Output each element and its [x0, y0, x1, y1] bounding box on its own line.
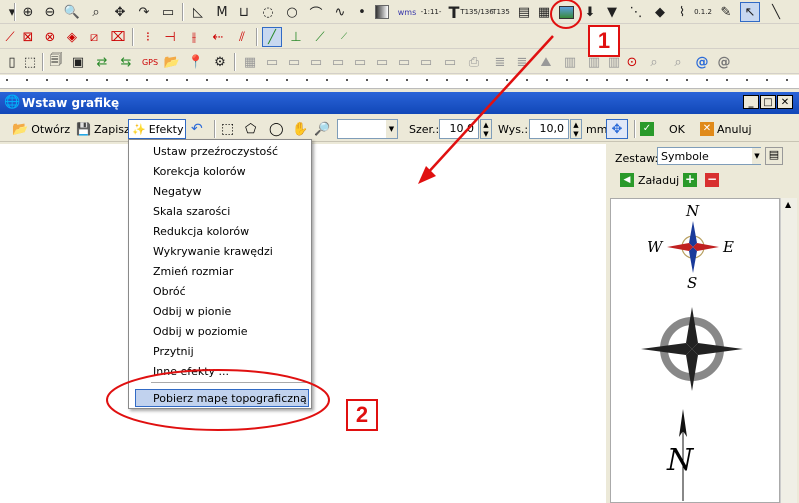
callout-2: 2 [346, 399, 378, 431]
highlight-ellipse-icon [106, 369, 330, 431]
callout-1: 1 [588, 25, 620, 57]
highlight-circle-icon [550, 0, 582, 29]
pointer-arrow-line [424, 35, 554, 177]
annotation-overlay [106, 0, 582, 431]
